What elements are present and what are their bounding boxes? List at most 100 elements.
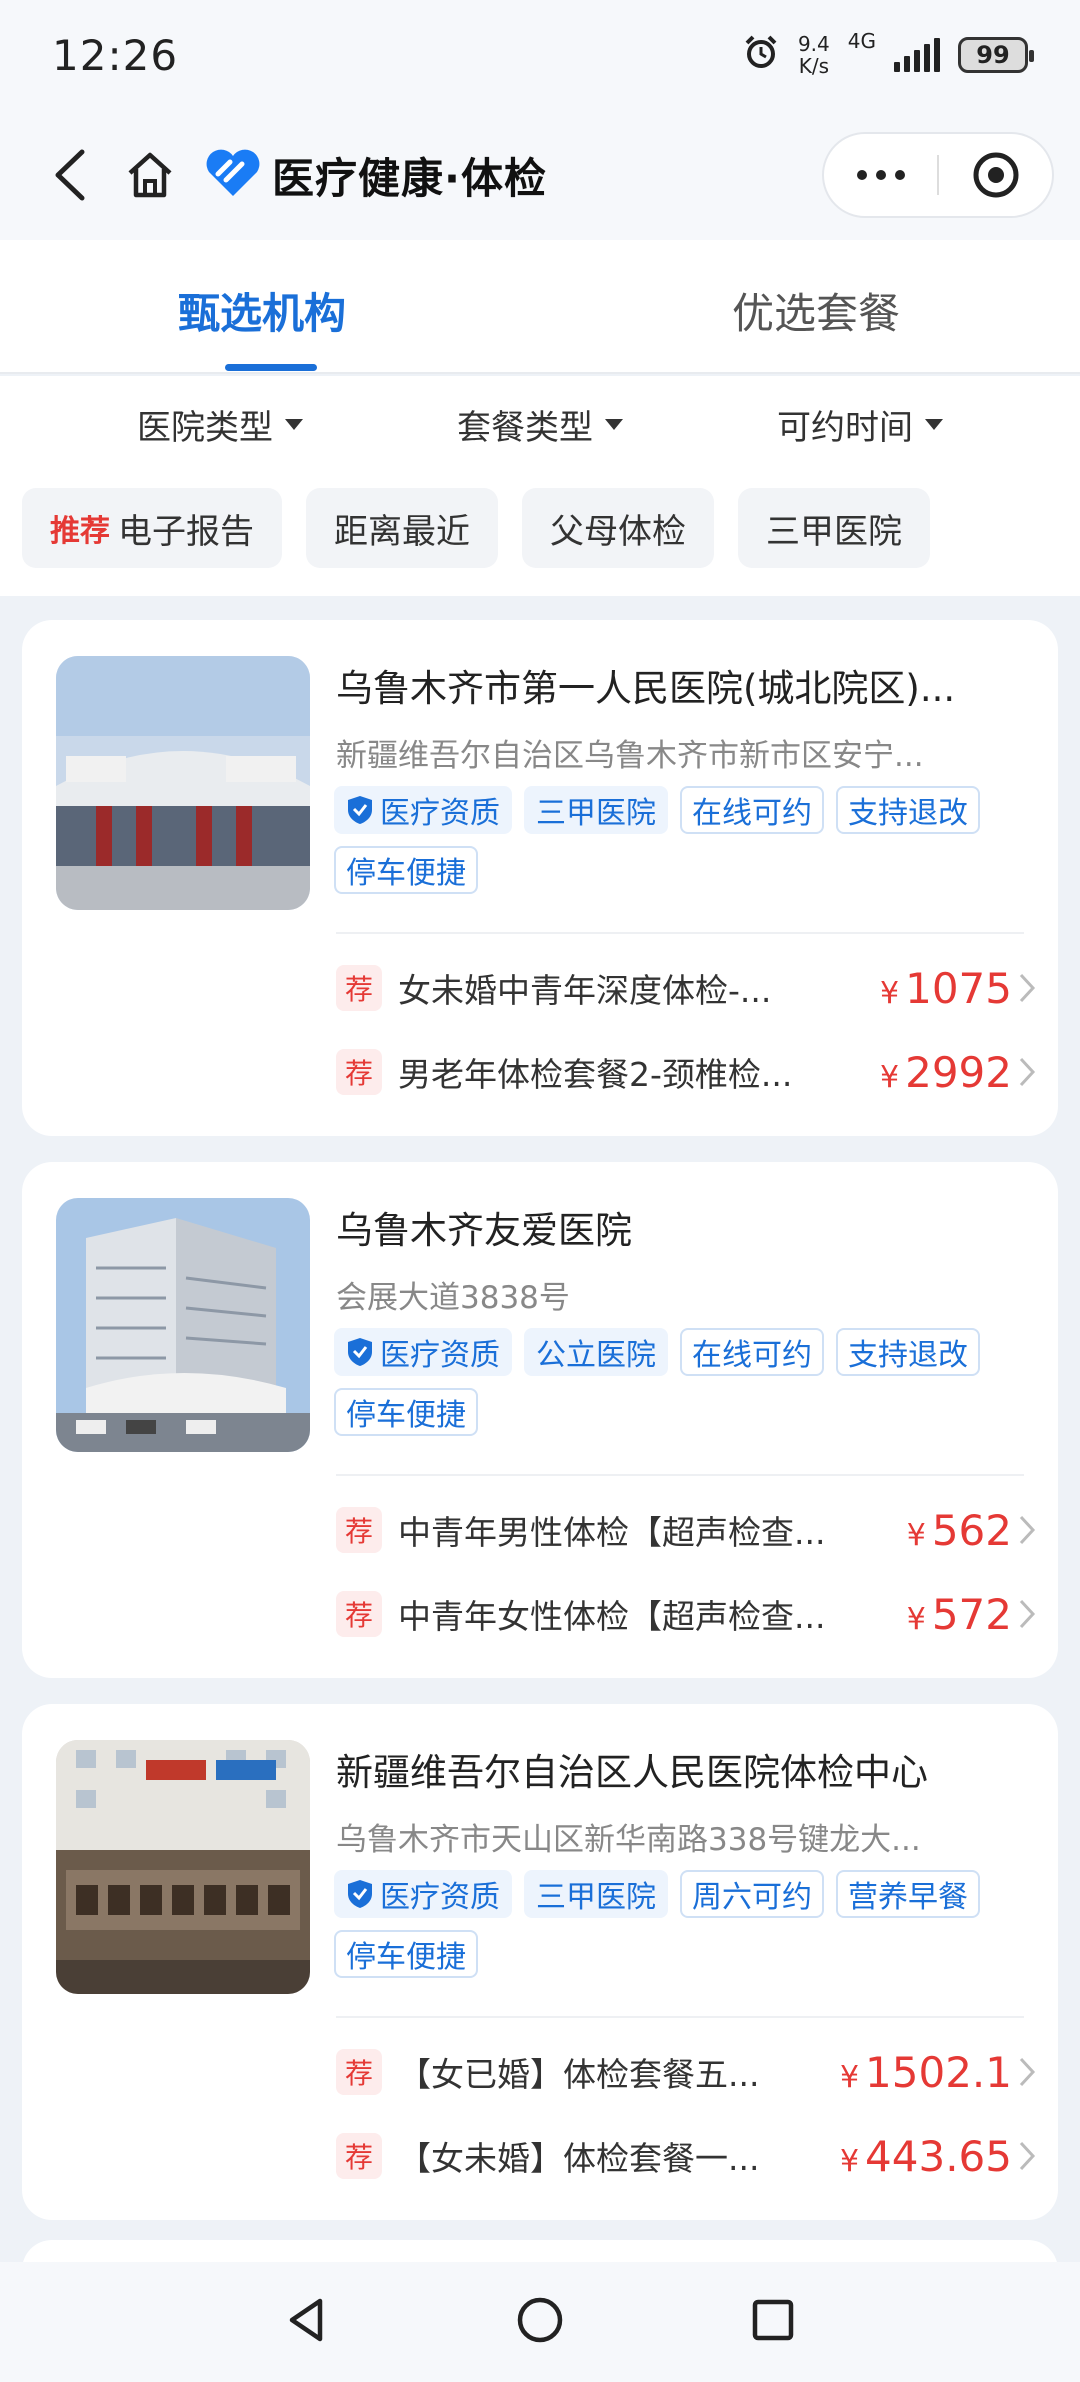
package-name: 中青年男性体检【超声检查... [398, 1513, 826, 1552]
package-name: 【女未婚】体检套餐一... [398, 2139, 760, 2178]
signal-icon [894, 38, 940, 72]
price-value: 443.65 [865, 2131, 1012, 2181]
alarm-icon [742, 33, 780, 77]
tag-medical-qualification: 医疗资质 [334, 786, 512, 834]
price-value: 562 [931, 1505, 1012, 1555]
price-value: 572 [931, 1589, 1012, 1639]
tag: 停车便捷 [334, 1388, 478, 1436]
tag: 支持退改 [836, 1328, 980, 1376]
tab-active-indicator [225, 364, 317, 371]
chevron-right-icon [1018, 1056, 1036, 1088]
battery-icon: 99 [958, 37, 1034, 73]
recommend-badge: 荐 [336, 1591, 382, 1637]
hospital-name: 乌鲁木齐市第一人民医院(城北院区)... [336, 667, 956, 710]
tag: 营养早餐 [836, 1870, 980, 1918]
divider [336, 1474, 1024, 1476]
filter-panel: 医院类型 套餐类型 可约时间 推荐 电子报告 距离最近 父母体检 三甲医院 [0, 376, 1080, 596]
package-name: 男老年体检套餐2-颈椎检... [398, 1055, 793, 1094]
tag: 在线可约 [680, 786, 824, 834]
package-row[interactable]: 荐 中青年男性体检【超声检查... ¥ 562 [336, 1502, 1036, 1558]
tag: 在线可约 [680, 1328, 824, 1376]
recents-square-icon[interactable] [748, 2295, 798, 2349]
net-speed: 9.4 K/s [798, 33, 830, 77]
close-mini-program-icon[interactable] [939, 150, 1052, 200]
package-price: ¥ 1075 [880, 964, 1012, 1013]
net-speed-unit: K/s [798, 54, 829, 78]
hospital-card[interactable]: 新疆维吾尔自治区人民医院体检中心 乌鲁木齐市天山区新华南路338号键龙大... … [22, 1704, 1058, 2220]
package-row[interactable]: 荐 中青年女性体检【超声检查... ¥ 572 [336, 1586, 1036, 1642]
chevron-right-icon [1018, 2140, 1036, 2172]
price-value: 1075 [905, 963, 1012, 1013]
chevron-right-icon [1018, 1598, 1036, 1630]
status-icons: 9.4 K/s 4G 99 [742, 29, 1034, 77]
tab-featured-institutions[interactable]: 甄选机构 [178, 280, 346, 341]
home-circle-icon[interactable] [515, 2295, 565, 2349]
filter-label: 医院类型 [137, 408, 273, 448]
chip-label: 电子报告 [118, 511, 254, 552]
chip-e-report[interactable]: 推荐 电子报告 [22, 488, 282, 568]
tab-bar: 甄选机构 优选套餐 [0, 240, 1080, 374]
mini-program-capsule [822, 132, 1054, 218]
caret-down-icon [605, 419, 623, 430]
recommend-badge: 荐 [336, 2049, 382, 2095]
tag: 周六可约 [680, 1870, 824, 1918]
currency-symbol: ¥ [906, 1517, 926, 1553]
package-name: 中青年女性体检【超声检查... [398, 1597, 826, 1636]
system-nav-bar [0, 2262, 1080, 2382]
recommend-badge: 荐 [336, 1049, 382, 1095]
tag: 停车便捷 [334, 846, 478, 894]
brand-title: 医疗健康·体检 [272, 153, 547, 203]
brand: 医疗健康·体检 [204, 145, 547, 206]
filter-package-type[interactable]: 套餐类型 [457, 400, 623, 449]
tag-label: 医疗资质 [380, 796, 500, 831]
hospital-tags: 医疗资质 公立医院 在线可约 支持退改 停车便捷 [334, 1328, 1034, 1436]
hospital-card[interactable]: 乌鲁木齐市第一人民医院(城北院区)... 新疆维吾尔自治区乌鲁木齐市新市区安宁.… [22, 620, 1058, 1136]
tag: 停车便捷 [334, 1930, 478, 1978]
more-icon[interactable] [824, 170, 937, 180]
tag-label: 医疗资质 [380, 1338, 500, 1373]
caret-down-icon [925, 419, 943, 430]
tag: 三甲医院 [524, 786, 668, 834]
filter-hospital-type[interactable]: 医院类型 [137, 400, 303, 449]
filter-label: 可约时间 [777, 408, 913, 448]
hospital-address: 新疆维吾尔自治区乌鲁木齐市新市区安宁... [336, 738, 924, 774]
tag: 三甲医院 [524, 1870, 668, 1918]
tag-medical-qualification: 医疗资质 [334, 1870, 512, 1918]
currency-symbol: ¥ [880, 975, 900, 1011]
back-icon[interactable] [30, 135, 110, 215]
back-triangle-icon[interactable] [282, 2295, 332, 2349]
battery-level: 99 [976, 41, 1010, 69]
hospital-tags: 医疗资质 三甲医院 在线可约 支持退改 停车便捷 [334, 786, 1034, 894]
chip-parents-checkup[interactable]: 父母体检 [522, 488, 714, 568]
filter-row: 医院类型 套餐类型 可约时间 [0, 400, 1080, 449]
tag-medical-qualification: 医疗资质 [334, 1328, 512, 1376]
status-time: 12:26 [52, 30, 179, 80]
chip-tier-a-hospital[interactable]: 三甲医院 [738, 488, 930, 568]
chevron-right-icon [1018, 2056, 1036, 2088]
status-bar: 12:26 9.4 K/s 4G 99 [0, 0, 1080, 110]
recommend-badge: 荐 [336, 965, 382, 1011]
filter-label: 套餐类型 [457, 408, 593, 448]
tag: 支持退改 [836, 786, 980, 834]
price-value: 2992 [905, 1047, 1012, 1097]
package-price: ¥ 2992 [880, 1048, 1012, 1097]
package-row[interactable]: 荐 女未婚中青年深度体检-... ¥ 1075 [336, 960, 1036, 1016]
package-row[interactable]: 荐 男老年体检套餐2-颈椎检... ¥ 2992 [336, 1044, 1036, 1100]
network-type: 4G [847, 29, 876, 53]
chip-nearest[interactable]: 距离最近 [306, 488, 498, 568]
package-price: ¥ 1502.1 [840, 2048, 1012, 2097]
hospital-card[interactable]: 乌鲁木齐友爱医院 会展大道3838号 医疗资质 公立医院 在线可约 支持退改 停… [22, 1162, 1058, 1678]
currency-symbol: ¥ [839, 2059, 860, 2095]
hospital-address: 会展大道3838号 [336, 1280, 570, 1316]
tag-label: 医疗资质 [380, 1880, 500, 1915]
package-name: 女未婚中青年深度体检-... [398, 971, 772, 1010]
recommend-badge: 荐 [336, 1507, 382, 1553]
chevron-right-icon [1018, 972, 1036, 1004]
package-row[interactable]: 荐 【女未婚】体检套餐一... ¥ 443.65 [336, 2128, 1036, 2184]
hospital-tags: 医疗资质 三甲医院 周六可约 营养早餐 停车便捷 [334, 1870, 1034, 1978]
tab-preferred-packages[interactable]: 优选套餐 [732, 280, 900, 341]
hospital-name: 乌鲁木齐友爱医院 [336, 1209, 632, 1252]
package-row[interactable]: 荐 【女已婚】体检套餐五... ¥ 1502.1 [336, 2044, 1036, 2100]
filter-available-time[interactable]: 可约时间 [777, 400, 943, 449]
home-icon[interactable] [110, 135, 190, 215]
